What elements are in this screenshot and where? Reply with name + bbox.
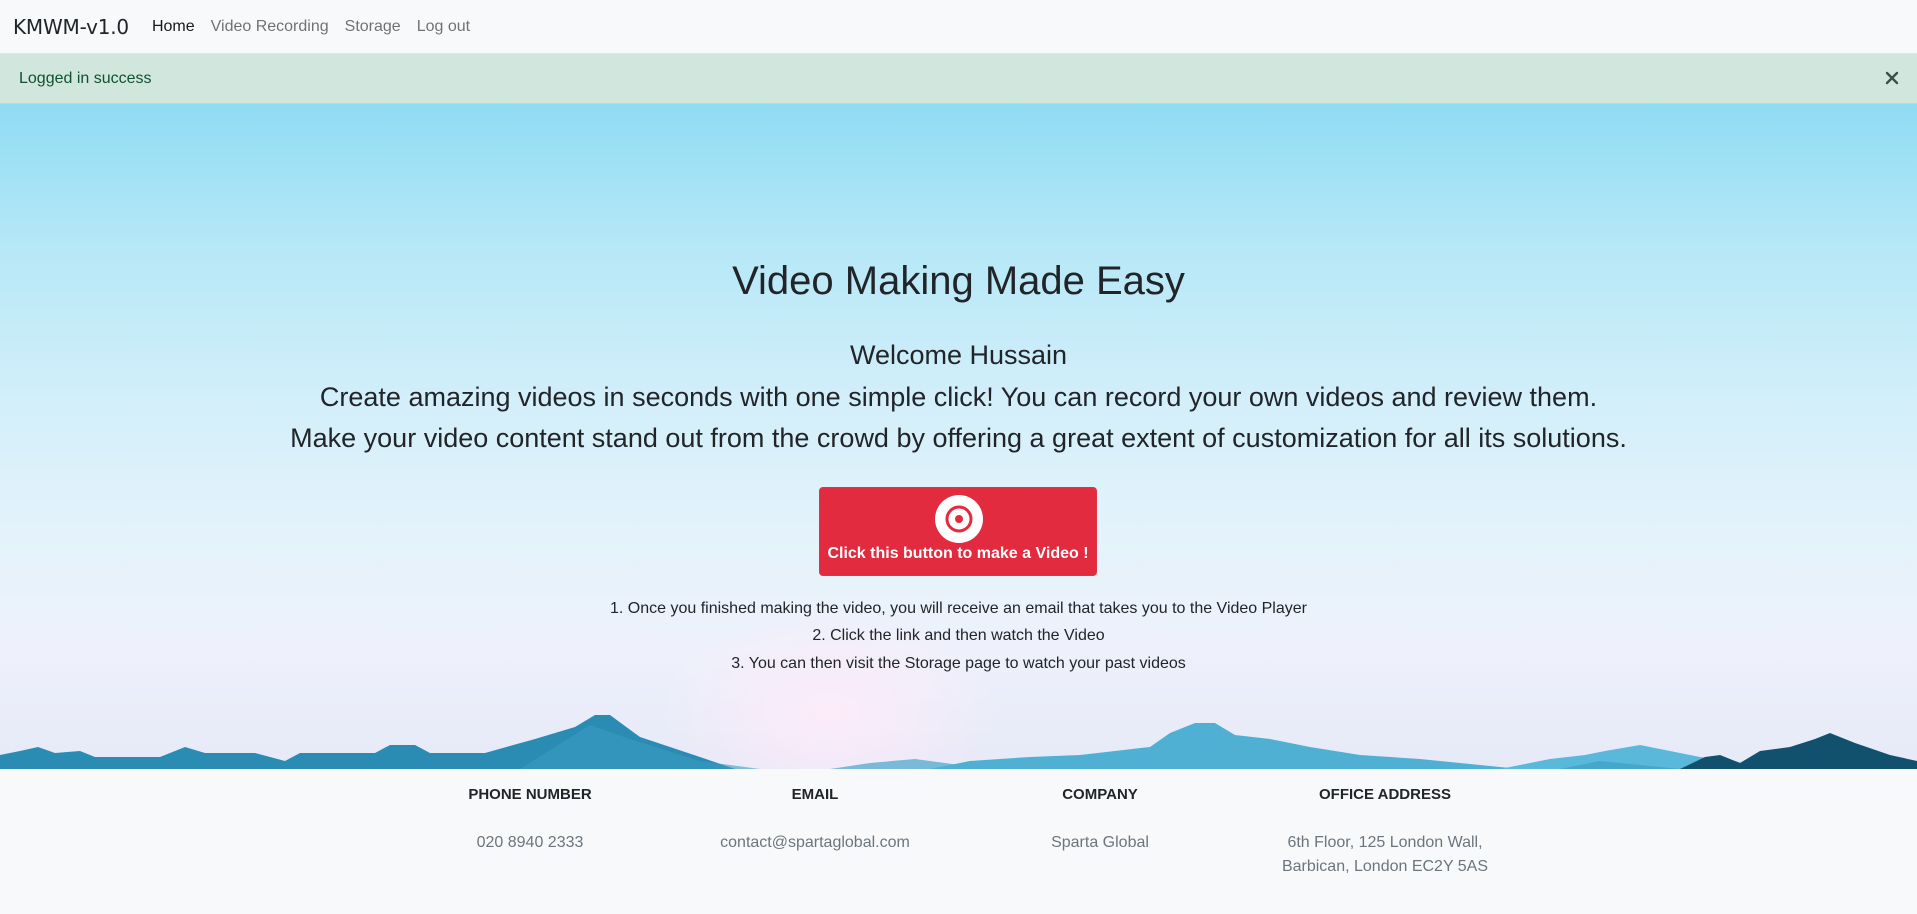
instruction-step-3: 3. You can then visit the Storage page t…: [731, 655, 1186, 672]
make-video-button[interactable]: Click this button to make a Video !: [819, 487, 1097, 576]
instruction-step-2: 2. Click the link and then watch the Vid…: [812, 627, 1105, 644]
footer-address-value: 6th Floor, 125 London Wall, Barbican, Lo…: [1255, 831, 1515, 879]
tagline-line-1: Create amazing videos in seconds with on…: [319, 382, 1598, 412]
navbar: KMWM-v1.0 Home Video Recording Storage L…: [0, 0, 1917, 54]
footer-company-value: Sparta Global: [1051, 834, 1149, 851]
footer-address-heading: OFFICE ADDRESS: [1319, 786, 1451, 803]
footer-address-line-1: 6th Floor, 125 London Wall,: [1287, 834, 1483, 851]
footer-email-value: contact@spartaglobal.com: [720, 834, 910, 851]
hero-section: Video Making Made Easy Welcome Hussain C…: [0, 104, 1917, 769]
footer-email-heading: EMAIL: [791, 786, 839, 803]
make-video-button-label: Click this button to make a Video !: [827, 545, 1089, 562]
brand-logo[interactable]: KMWM-v1.0: [13, 15, 129, 39]
close-x-icon[interactable]: [1882, 68, 1902, 88]
nav-home-link[interactable]: Home: [152, 18, 195, 36]
nav-storage-link[interactable]: Storage: [345, 18, 401, 36]
alert-message: Logged in success: [19, 69, 152, 87]
footer: PHONE NUMBER 020 8940 2333 EMAIL contact…: [0, 769, 1917, 914]
hero-title: Video Making Made Easy: [732, 259, 1185, 303]
tagline-line-2: Make your video content stand out from t…: [290, 423, 1627, 453]
nav-video-recording-link[interactable]: Video Recording: [211, 18, 329, 36]
nav-logout-link[interactable]: Log out: [417, 18, 470, 36]
footer-phone-value: 020 8940 2333: [476, 834, 584, 851]
footer-company-heading: COMPANY: [1062, 786, 1138, 803]
record-circle-icon: [935, 495, 983, 543]
instruction-step-1: 1. Once you finished making the video, y…: [610, 600, 1307, 617]
success-alert: Logged in success: [0, 54, 1917, 104]
mountains-illustration: [0, 715, 1917, 769]
footer-address-line-2: Barbican, London EC2Y 5AS: [1281, 858, 1489, 875]
footer-phone-heading: PHONE NUMBER: [468, 786, 592, 803]
welcome-message: Welcome Hussain: [849, 340, 1068, 370]
